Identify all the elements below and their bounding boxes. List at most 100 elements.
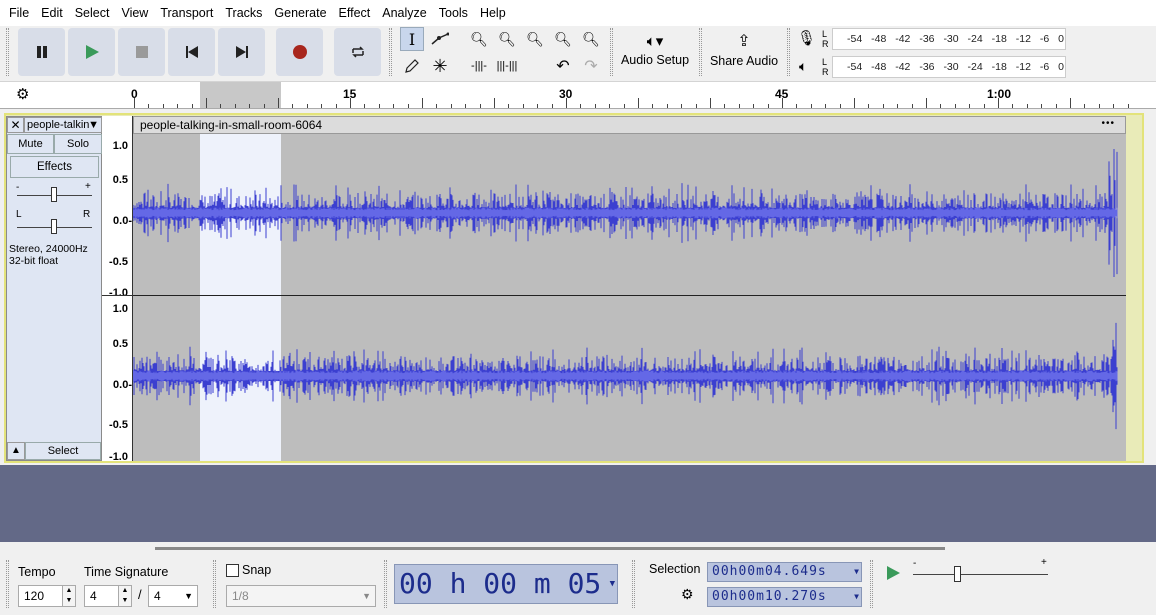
toolbar-grip[interactable] — [632, 560, 635, 608]
play-at-speed-button[interactable] — [880, 560, 906, 586]
snap-label: Snap — [242, 563, 272, 577]
effects-button[interactable]: Effects — [10, 156, 99, 178]
menu-help[interactable]: Help — [474, 0, 512, 26]
envelope-tool-button[interactable] — [428, 27, 452, 51]
toolbar-grip[interactable] — [610, 28, 613, 76]
time-signature-numerator[interactable]: 4 — [84, 585, 120, 607]
clip-menu-dots-icon[interactable]: ••• — [1101, 118, 1115, 129]
collapse-track-button[interactable]: ▲ — [7, 442, 25, 460]
ruler-tick — [1070, 98, 1071, 108]
selection-start-field[interactable]: 00h00m04.649s ▼ — [707, 562, 862, 582]
solo-button[interactable]: Solo — [54, 134, 102, 154]
record-button[interactable] — [276, 28, 323, 76]
close-track-button[interactable]: ✕ — [7, 117, 24, 133]
trim-audio-button[interactable]: -|||- — [467, 54, 491, 78]
ruler-tick — [263, 104, 265, 108]
ruler-tick — [537, 104, 539, 108]
zoom-in-button[interactable]: 🔍︎ — [467, 27, 491, 51]
play-speed-slider-thumb[interactable] — [954, 566, 961, 582]
tempo-stepper[interactable]: ▲ ▼ — [62, 585, 76, 607]
pause-button[interactable] — [18, 28, 65, 76]
loop-button[interactable] — [334, 28, 381, 76]
ruler-tick — [450, 104, 452, 108]
play-icon — [887, 566, 900, 580]
pan-slider-thumb[interactable] — [51, 219, 57, 234]
selection-settings-gear-icon[interactable]: ⚙︎ — [681, 586, 694, 603]
undo-button[interactable]: ↶ — [551, 54, 575, 78]
clip-title: people-talking-in-small-room-6064 — [140, 118, 323, 132]
share-icon: ⇪ — [737, 33, 751, 50]
ruler-tick — [724, 104, 726, 108]
redo-button[interactable]: ↷ — [579, 54, 603, 78]
draw-tool-button[interactable] — [400, 54, 424, 78]
toolbar-grip[interactable] — [699, 28, 702, 76]
microphone-icon[interactable]: 🎙︎ — [797, 29, 816, 47]
time-signature-denominator[interactable]: 4 ▼ — [148, 585, 198, 607]
menu-tools[interactable]: Tools — [433, 0, 474, 26]
pan-left-label: L — [16, 209, 22, 220]
ruler-tick — [551, 104, 553, 108]
toolbar-grip[interactable] — [787, 28, 790, 76]
skip-to-start-button[interactable] — [168, 28, 215, 76]
record-meter[interactable]: -54 -48 -42 -36 -30 -24 -18 -12 -6 0 — [832, 28, 1066, 50]
ruler-tick — [407, 104, 409, 108]
zoom-out-button[interactable]: 🔍︎ — [495, 27, 519, 51]
skip-end-icon — [235, 46, 248, 58]
silence-audio-button[interactable]: |||-||| — [495, 54, 519, 78]
zoom-selection-icon: 🔍︎ — [526, 30, 544, 47]
menu-transport[interactable]: Transport — [154, 0, 219, 26]
audio-clip[interactable]: people-talking-in-small-room-6064 ••• — [133, 116, 1126, 461]
menu-analyze[interactable]: Analyze — [376, 0, 432, 26]
ruler-tick — [436, 104, 438, 108]
playback-speaker-icon[interactable]: 🔈︎ — [799, 58, 807, 75]
audio-setup-button[interactable]: 🔈︎▾ Audio Setup — [617, 28, 693, 76]
scale-label: -0.5 — [109, 256, 128, 268]
timeline-ruler[interactable]: ⚙︎ 0 15 30 45 1:00 — [0, 82, 1156, 109]
scrollbar-thumb[interactable] — [155, 547, 945, 550]
track-control-panel: ✕ people-talkin ▼ Mute Solo Effects - + L… — [6, 116, 102, 461]
snap-select[interactable]: 1/8 ▼ — [226, 585, 376, 607]
ruler-tick — [206, 98, 207, 108]
toolbar-grip[interactable] — [213, 560, 216, 608]
selection-tool-button[interactable]: I — [400, 27, 424, 51]
toolbar-grip[interactable] — [389, 28, 392, 76]
toolbar-grip[interactable] — [384, 560, 387, 608]
menu-view[interactable]: View — [115, 0, 154, 26]
toolbar-grip[interactable] — [6, 28, 9, 76]
menu-effect[interactable]: Effect — [333, 0, 377, 26]
zoom-toggle-button[interactable]: 🔍︎ — [579, 27, 603, 51]
select-track-button[interactable]: Select — [25, 442, 101, 460]
selection-end-field[interactable]: 00h00m10.270s ▼ — [707, 587, 862, 607]
menu-file[interactable]: File — [3, 0, 35, 26]
playback-meter[interactable]: -54 -48 -42 -36 -30 -24 -18 -12 -6 0 — [832, 56, 1066, 78]
toolbar-grip[interactable] — [870, 560, 873, 608]
share-audio-button[interactable]: ⇪ Share Audio — [706, 28, 782, 76]
time-signature-stepper[interactable]: ▲ ▼ — [118, 585, 132, 607]
track-name-menu[interactable]: people-talkin ▼ — [24, 117, 102, 133]
ruler-tick — [278, 98, 279, 108]
horizontal-scrollbar[interactable] — [0, 542, 1156, 556]
clip-title-bar[interactable]: people-talking-in-small-room-6064 ••• — [133, 116, 1126, 134]
mute-button[interactable]: Mute — [7, 134, 54, 154]
multi-tool-button[interactable]: ✳ — [428, 54, 452, 78]
toolbar-grip[interactable] — [6, 560, 9, 608]
fit-project-button[interactable]: 🔍︎ — [551, 27, 575, 51]
timeline-settings-gear-icon[interactable]: ⚙︎ — [16, 85, 29, 103]
snap-checkbox[interactable] — [226, 564, 239, 577]
time-display[interactable]: 00 h 00 m 05 s ▼ — [394, 564, 618, 604]
i-beam-icon: I — [408, 29, 416, 49]
menu-edit[interactable]: Edit — [35, 0, 69, 26]
gain-slider-thumb[interactable] — [51, 187, 57, 202]
ruler-tick — [1012, 104, 1014, 108]
fit-selection-button[interactable]: 🔍︎ — [523, 27, 547, 51]
menu-select[interactable]: Select — [69, 0, 116, 26]
empty-track-area[interactable] — [0, 465, 1156, 542]
ruler-label: 15 — [343, 87, 357, 101]
play-button[interactable] — [68, 28, 115, 76]
skip-to-end-button[interactable] — [218, 28, 265, 76]
stop-button[interactable] — [118, 28, 165, 76]
ruler-tick — [594, 104, 596, 108]
tempo-input[interactable]: 120 — [18, 585, 65, 607]
menu-generate[interactable]: Generate — [268, 0, 332, 26]
menu-tracks[interactable]: Tracks — [219, 0, 268, 26]
